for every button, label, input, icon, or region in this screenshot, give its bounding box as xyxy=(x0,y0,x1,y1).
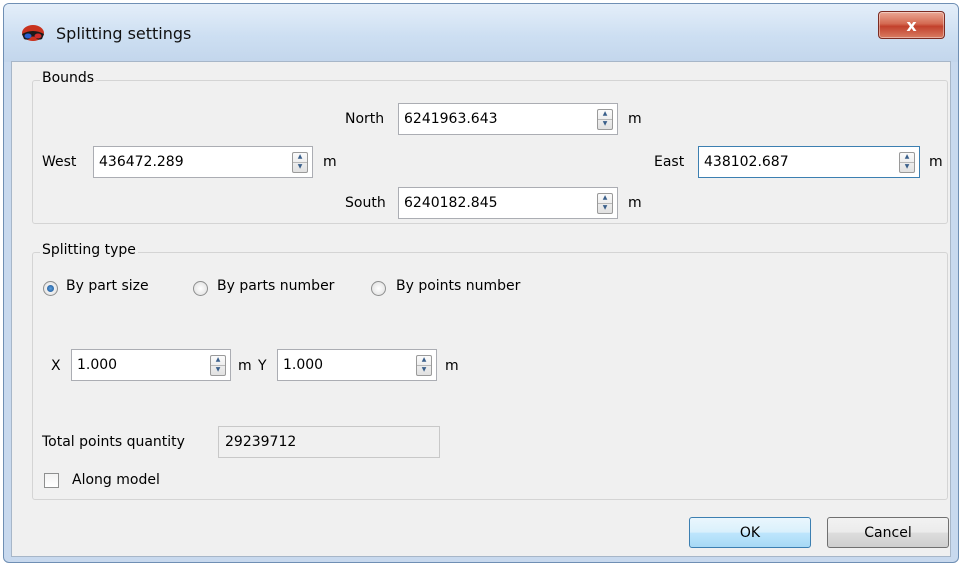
x-label: X xyxy=(51,358,61,374)
west-spin-arrows[interactable]: ▲ ▼ xyxy=(292,152,308,173)
spin-down-icon[interactable]: ▼ xyxy=(598,204,612,214)
x-unit: m xyxy=(238,358,252,374)
close-button[interactable]: x xyxy=(878,11,945,39)
dialog-body: Bounds North 6241963.643 ▲ ▼ m West 4364… xyxy=(11,61,951,557)
dialog-window: Splitting settings x Bounds North 624196… xyxy=(3,3,959,563)
east-spinbox[interactable]: 438102.687 ▲ ▼ xyxy=(698,146,920,178)
south-unit: m xyxy=(628,195,642,211)
y-label: Y xyxy=(258,358,267,374)
spin-up-icon[interactable]: ▲ xyxy=(211,356,225,366)
south-spin-arrows[interactable]: ▲ ▼ xyxy=(597,193,613,214)
radio-by-parts-number[interactable] xyxy=(193,281,208,296)
north-label: North xyxy=(345,111,385,127)
title-bar[interactable]: Splitting settings x xyxy=(4,4,958,62)
north-spin-arrows[interactable]: ▲ ▼ xyxy=(597,109,613,130)
ok-button[interactable]: OK xyxy=(689,517,811,548)
spin-down-icon[interactable]: ▼ xyxy=(211,366,225,376)
south-value: 6240182.845 xyxy=(404,195,498,211)
window-title: Splitting settings xyxy=(56,24,192,43)
south-label: South xyxy=(345,195,386,211)
radio-by-part-size[interactable] xyxy=(43,281,58,296)
cancel-button-label: Cancel xyxy=(864,524,912,541)
north-value: 6241963.643 xyxy=(404,111,498,127)
y-spin-arrows[interactable]: ▲ ▼ xyxy=(416,355,432,376)
cancel-button[interactable]: Cancel xyxy=(827,517,949,548)
x-spin-arrows[interactable]: ▲ ▼ xyxy=(210,355,226,376)
spin-up-icon[interactable]: ▲ xyxy=(598,194,612,204)
west-spinbox[interactable]: 436472.289 ▲ ▼ xyxy=(93,146,313,178)
x-spinbox[interactable]: 1.000 ▲ ▼ xyxy=(71,349,231,381)
y-value: 1.000 xyxy=(283,357,324,373)
radio-by-parts-number-label[interactable]: By parts number xyxy=(217,278,334,294)
spin-up-icon[interactable]: ▲ xyxy=(417,356,431,366)
close-icon: x xyxy=(906,15,917,35)
east-unit: m xyxy=(929,154,943,170)
radio-by-part-size-label[interactable]: By part size xyxy=(66,278,149,294)
south-spinbox[interactable]: 6240182.845 ▲ ▼ xyxy=(398,187,618,219)
north-unit: m xyxy=(628,111,642,127)
spin-down-icon[interactable]: ▼ xyxy=(417,366,431,376)
west-unit: m xyxy=(323,154,337,170)
east-label: East xyxy=(654,154,685,170)
spin-up-icon[interactable]: ▲ xyxy=(293,153,307,163)
bounds-group-title: Bounds xyxy=(40,70,97,86)
app-3d-glasses-icon xyxy=(22,25,44,41)
along-model-checkbox[interactable] xyxy=(44,473,59,488)
west-value: 436472.289 xyxy=(99,154,184,170)
x-value: 1.000 xyxy=(77,357,118,373)
radio-by-points-number-label[interactable]: By points number xyxy=(396,278,520,294)
splitting-type-group-title: Splitting type xyxy=(40,242,138,258)
total-points-label: Total points quantity xyxy=(42,434,185,450)
west-label: West xyxy=(42,154,77,170)
y-spinbox[interactable]: 1.000 ▲ ▼ xyxy=(277,349,437,381)
east-value: 438102.687 xyxy=(704,154,789,170)
ok-button-label: OK xyxy=(739,524,761,541)
radio-by-points-number[interactable] xyxy=(371,281,386,296)
total-points-value: 29239712 xyxy=(225,434,297,450)
along-model-label[interactable]: Along model xyxy=(72,472,160,488)
north-spinbox[interactable]: 6241963.643 ▲ ▼ xyxy=(398,103,618,135)
spin-down-icon[interactable]: ▼ xyxy=(900,163,914,173)
total-points-field: 29239712 xyxy=(218,426,440,458)
spin-up-icon[interactable]: ▲ xyxy=(900,153,914,163)
east-spin-arrows[interactable]: ▲ ▼ xyxy=(899,152,915,173)
spin-down-icon[interactable]: ▼ xyxy=(598,120,612,130)
spin-down-icon[interactable]: ▼ xyxy=(293,163,307,173)
y-unit: m xyxy=(445,358,459,374)
spin-up-icon[interactable]: ▲ xyxy=(598,110,612,120)
